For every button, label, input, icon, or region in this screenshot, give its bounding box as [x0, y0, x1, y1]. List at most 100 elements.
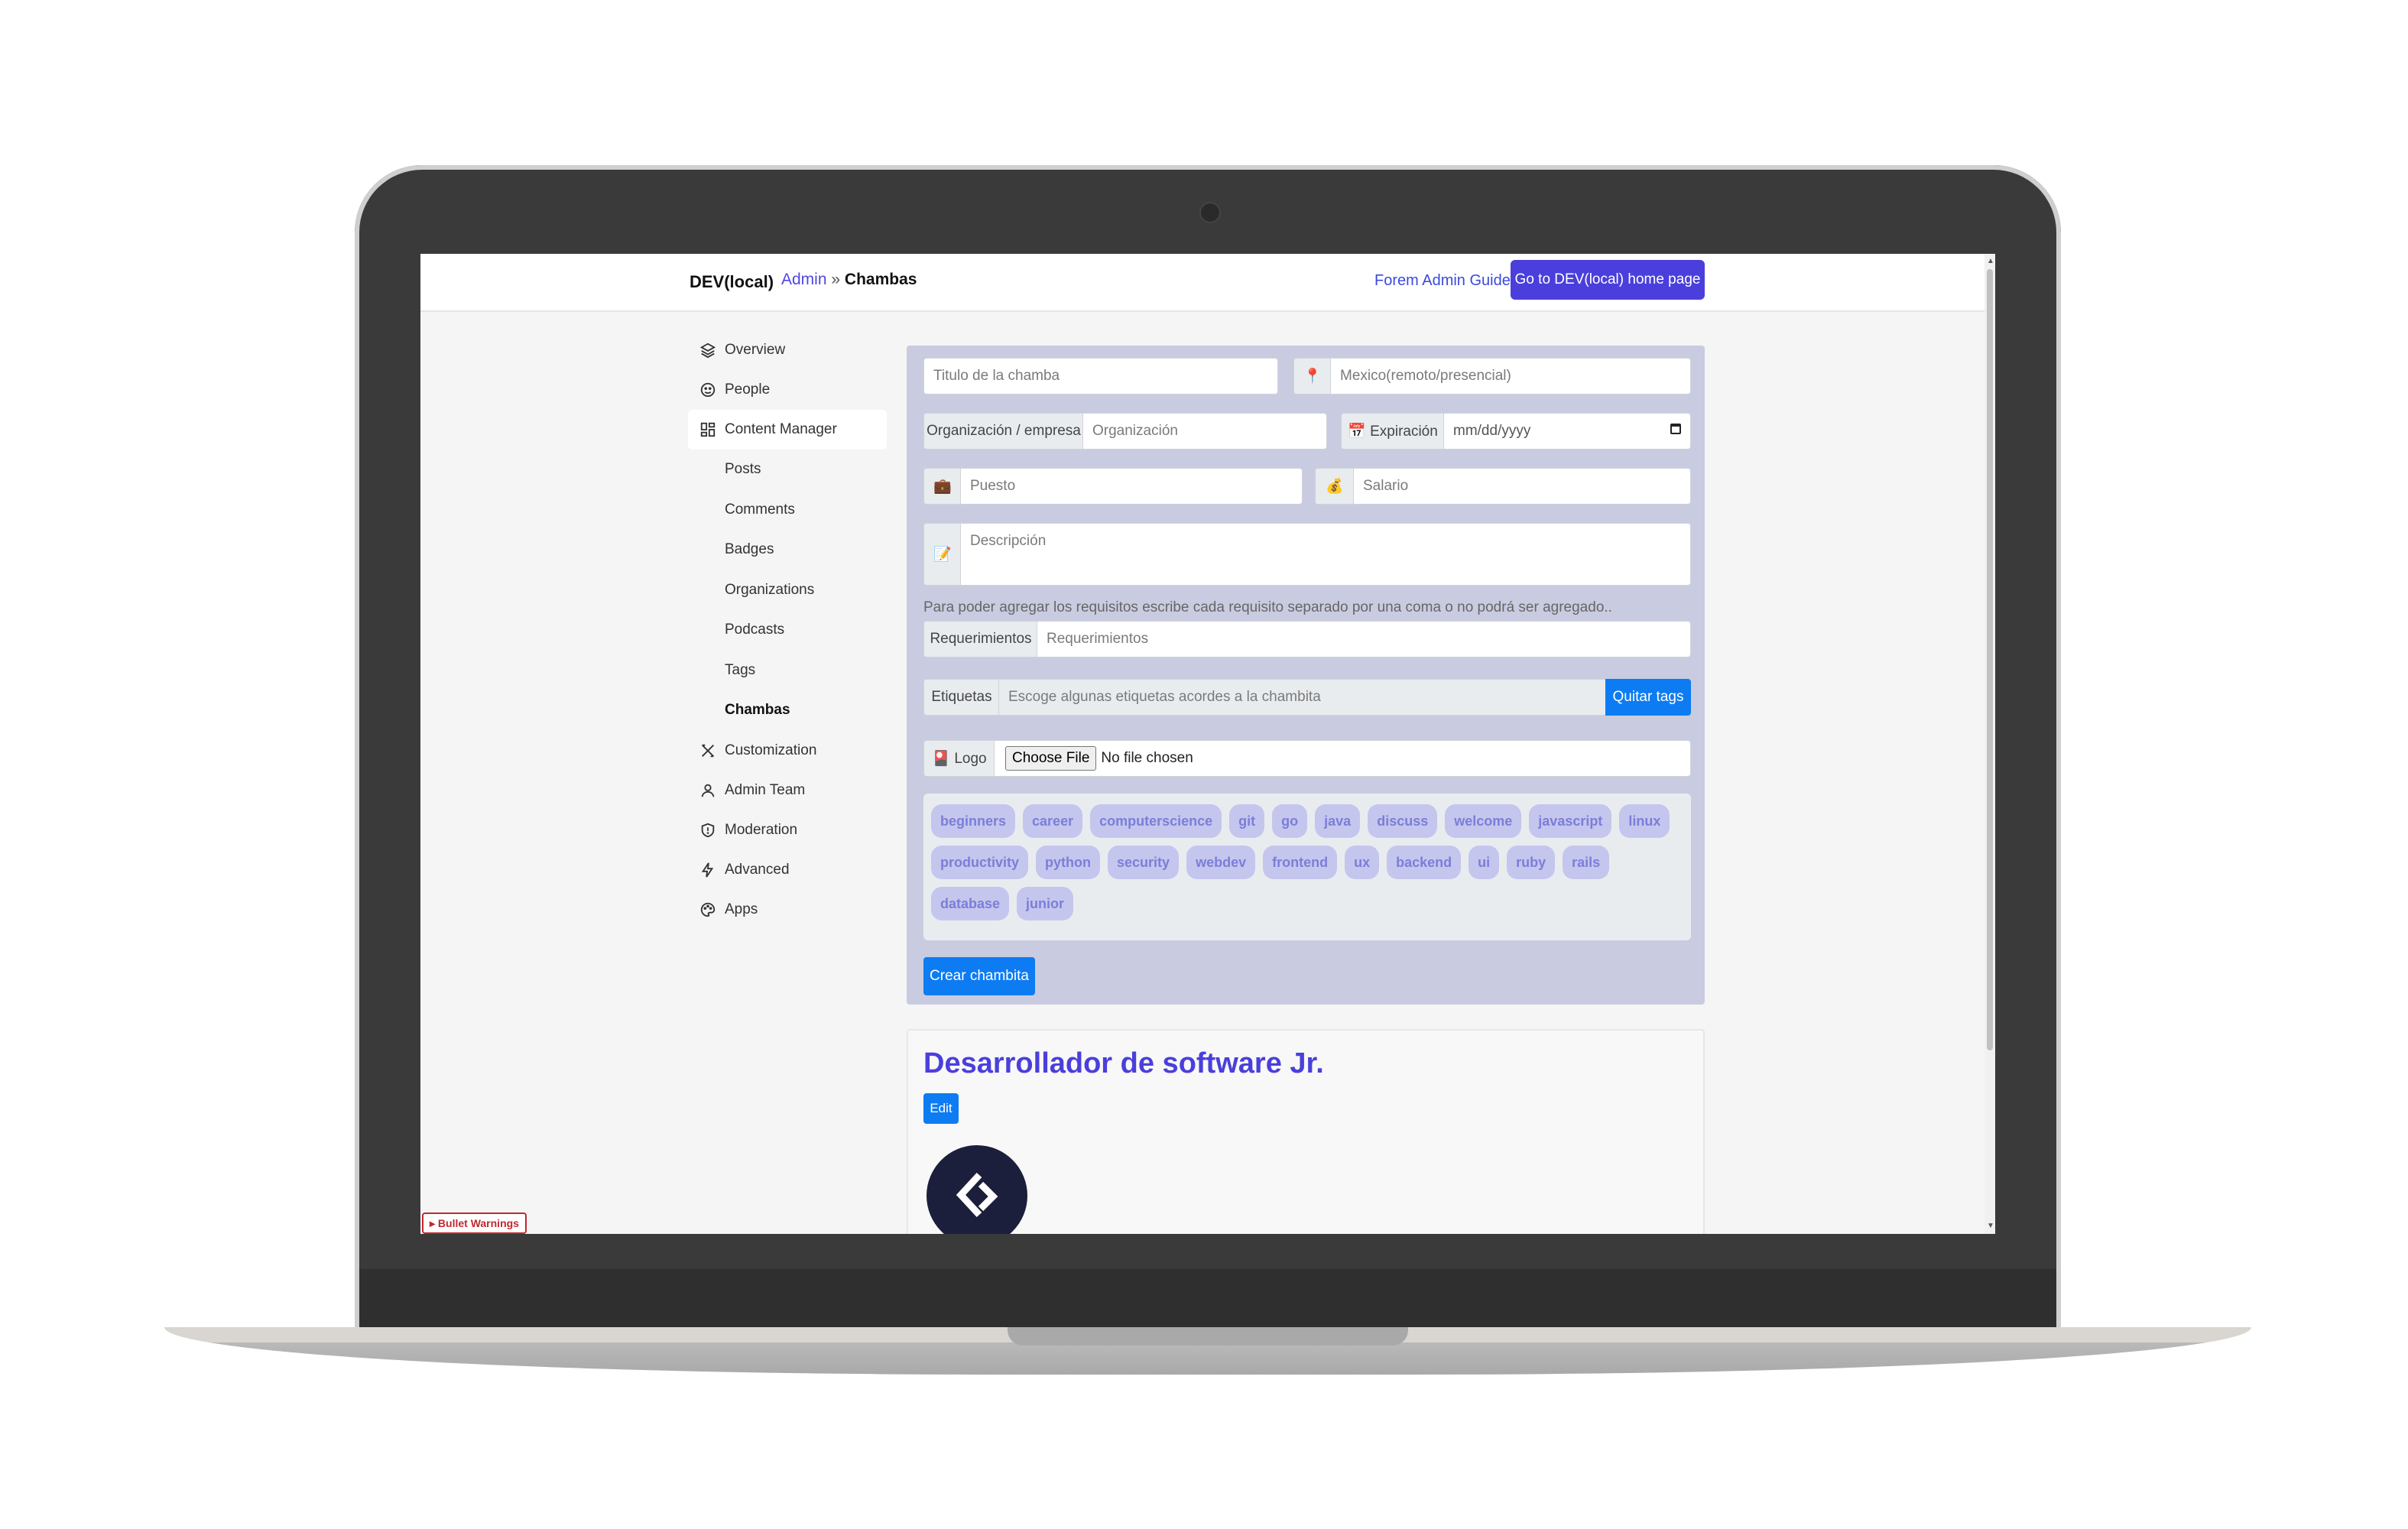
- tag-chip[interactable]: ui: [1468, 846, 1500, 879]
- smile-icon: [699, 381, 717, 399]
- tag-chip[interactable]: ux: [1345, 846, 1380, 879]
- scroll-down-icon[interactable]: ▼: [1987, 1222, 1994, 1230]
- tag-chip[interactable]: backend: [1387, 846, 1462, 879]
- breadcrumb-separator: »: [831, 271, 841, 288]
- breadcrumb: Admin » Chambas: [781, 271, 917, 289]
- requirements-hint: Para poder agregar los requisitos escrib…: [923, 599, 1612, 615]
- tag-chip[interactable]: welcome: [1445, 804, 1522, 838]
- tag-chip[interactable]: beginners: [931, 804, 1016, 838]
- shield-icon: [699, 821, 717, 839]
- sidebar-item-content-manager[interactable]: Content Manager: [688, 410, 887, 450]
- sidebar-item-advanced[interactable]: Advanced: [688, 850, 887, 890]
- sidebar-item-apps[interactable]: Apps: [688, 890, 887, 930]
- job-listing-card: Desarrollador de software Jr. Edit: [907, 1029, 1705, 1234]
- position-input[interactable]: Puesto: [960, 468, 1303, 505]
- top-header: DEV(local) Admin » Chambas Forem Admin G…: [420, 254, 1984, 312]
- tag-chip[interactable]: ruby: [1507, 846, 1556, 879]
- briefcase-icon: 💼: [923, 468, 962, 505]
- sidebar-item-moderation[interactable]: Moderation: [688, 810, 887, 850]
- tags-label: Etiquetas: [923, 679, 1000, 716]
- calendar-icon[interactable]: [1670, 424, 1681, 434]
- sidebar-item-people[interactable]: People: [688, 370, 887, 410]
- logo-label: 🎴 Logo: [923, 740, 995, 777]
- tag-chip[interactable]: git: [1229, 804, 1265, 838]
- location-pin-icon: 📍: [1293, 358, 1332, 394]
- home-page-button[interactable]: Go to DEV(local) home page: [1511, 260, 1705, 300]
- tag-chip[interactable]: computerscience: [1090, 804, 1222, 838]
- tag-chip[interactable]: junior: [1017, 887, 1074, 920]
- organization-input[interactable]: Organización: [1082, 413, 1327, 450]
- organization-label: Organización / empresa: [923, 413, 1084, 450]
- sidebar-item-admin-team[interactable]: Admin Team: [688, 771, 887, 810]
- tag-chip[interactable]: rails: [1563, 846, 1610, 879]
- sidebar-item-label: Overview: [725, 342, 786, 358]
- requirements-input[interactable]: Requerimientos: [1037, 621, 1691, 657]
- tag-chip[interactable]: javascript: [1529, 804, 1612, 838]
- dashboard-icon: [699, 420, 717, 439]
- site-brand[interactable]: DEV(local): [690, 272, 774, 292]
- sidebar-item-label: Admin Team: [725, 781, 806, 798]
- tag-chip[interactable]: productivity: [931, 846, 1029, 879]
- user-icon: [699, 781, 717, 800]
- tools-icon: [699, 742, 717, 760]
- location-input[interactable]: Mexico(remoto/presencial): [1330, 358, 1691, 394]
- sidebar-subitem-posts[interactable]: Posts: [688, 450, 887, 490]
- remove-tags-button[interactable]: Quitar tags: [1605, 679, 1691, 716]
- salary-input[interactable]: Salario: [1353, 468, 1691, 505]
- code-bracket-icon: [956, 1172, 998, 1218]
- laptop-notch: [1008, 1327, 1408, 1346]
- sidebar-item-label: Advanced: [725, 861, 790, 878]
- browser-viewport: DEV(local) Admin » Chambas Forem Admin G…: [420, 254, 1995, 1234]
- sidebar-subitem-podcasts[interactable]: Podcasts: [688, 610, 887, 651]
- description-textarea[interactable]: Descripción: [960, 523, 1691, 586]
- camera-icon: [1201, 203, 1219, 222]
- create-job-button[interactable]: Crear chambita: [923, 957, 1035, 995]
- create-job-form: Titulo de la chamba 📍 Mexico(remoto/pres…: [907, 346, 1705, 1005]
- company-logo: [927, 1145, 1027, 1234]
- layers-icon: [699, 341, 717, 359]
- job-title[interactable]: Desarrollador de software Jr.: [923, 1047, 1324, 1080]
- sidebar-subitem-badges[interactable]: Badges: [688, 530, 887, 570]
- tag-chip[interactable]: linux: [1619, 804, 1670, 838]
- sidebar-item-label: Moderation: [725, 821, 798, 838]
- breadcrumb-admin-link[interactable]: Admin: [781, 271, 827, 288]
- admin-guide-link[interactable]: Forem Admin Guide: [1374, 272, 1511, 290]
- tag-chip[interactable]: webdev: [1186, 846, 1256, 879]
- choose-file-button[interactable]: Choose File: [1005, 746, 1097, 771]
- tag-chip[interactable]: java: [1315, 804, 1361, 838]
- sidebar-subitem-organizations[interactable]: Organizations: [688, 570, 887, 611]
- sidebar-item-overview[interactable]: Overview: [688, 330, 887, 370]
- scroll-up-icon[interactable]: ▲: [1987, 257, 1994, 265]
- edit-button[interactable]: Edit: [923, 1093, 959, 1124]
- scrollbar-thumb[interactable]: [1987, 269, 1993, 1050]
- sidebar-item-label: Apps: [725, 901, 758, 917]
- tag-chip[interactable]: security: [1108, 846, 1180, 879]
- requirements-label: Requerimientos: [923, 621, 1038, 657]
- admin-sidebar: Overview People Content Manager Posts Co…: [688, 330, 887, 930]
- expiration-date-input[interactable]: mm/dd/yyyy: [1443, 413, 1691, 450]
- tag-suggestions: beginners career computerscience git go java d…: [923, 794, 1691, 940]
- palette-icon: [699, 901, 717, 919]
- date-placeholder: mm/dd/yyyy: [1453, 423, 1531, 439]
- tag-chip[interactable]: career: [1023, 804, 1083, 838]
- breadcrumb-current: Chambas: [844, 271, 917, 288]
- tag-chip[interactable]: discuss: [1368, 804, 1438, 838]
- sidebar-item-label: People: [725, 381, 771, 398]
- tag-chip[interactable]: database: [931, 887, 1010, 920]
- money-bag-icon: 💰: [1315, 468, 1355, 505]
- bolt-icon: [699, 861, 717, 879]
- sidebar-subitem-chambas[interactable]: Chambas: [688, 690, 887, 731]
- tag-chip[interactable]: go: [1272, 804, 1308, 838]
- tag-chip[interactable]: python: [1036, 846, 1101, 879]
- sidebar-item-customization[interactable]: Customization: [688, 731, 887, 771]
- job-title-input[interactable]: Titulo de la chamba: [923, 358, 1278, 394]
- sidebar-subitem-comments[interactable]: Comments: [688, 490, 887, 531]
- sidebar-item-label: Customization: [725, 742, 817, 758]
- logo-file-input[interactable]: Choose File No file chosen: [994, 740, 1691, 777]
- laptop-bezel-bottom: [359, 1269, 2056, 1329]
- tags-input[interactable]: Escoge algunas etiquetas acordes a la ch…: [998, 679, 1607, 716]
- bullet-warnings-toggle[interactable]: ▸ Bullet Warnings: [422, 1212, 527, 1234]
- sidebar-subitem-tags[interactable]: Tags: [688, 651, 887, 691]
- expiration-label: 📅 Expiración: [1341, 413, 1445, 450]
- tag-chip[interactable]: frontend: [1263, 846, 1338, 879]
